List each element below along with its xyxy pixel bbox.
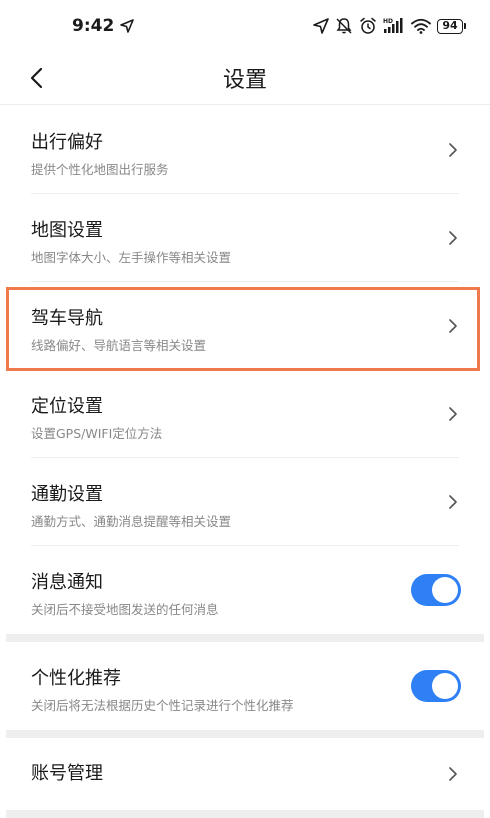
settings-item-location-settings[interactable]: 定位设置 设置GPS/WIFI定位方法: [0, 370, 490, 458]
settings-list: 出行偏好 提供个性化地图出行服务 地图设置 地图字体大小、左手操作等相关设置 驾…: [0, 106, 490, 818]
settings-item-subtitle: 关闭后将无法根据历史个性记录进行个性化推荐: [31, 698, 294, 713]
settings-item-subtitle: 线路偏好、导航语言等相关设置: [31, 338, 207, 353]
status-icons: HD 94: [313, 14, 466, 38]
settings-item-subtitle: 提供个性化地图出行服务: [31, 162, 169, 177]
section-separator: [6, 730, 484, 738]
mute-icon: [336, 18, 352, 34]
settings-item-title: 出行偏好: [31, 132, 103, 153]
settings-item-subtitle: 通勤方式、通勤消息提醒等相关设置: [31, 514, 232, 529]
settings-item-title: 账号管理: [31, 763, 103, 784]
section-separator: [6, 810, 484, 818]
settings-item-personalized-recommendation: 个性化推荐 关闭后将无法根据历史个性记录进行个性化推荐: [0, 642, 490, 730]
svg-text:HD: HD: [383, 18, 393, 25]
personalized-recommendation-toggle[interactable]: [411, 670, 461, 702]
status-time: 9:42: [72, 16, 115, 36]
toggle-knob: [432, 673, 458, 699]
settings-item-driving-navigation[interactable]: 驾车导航 线路偏好、导航语言等相关设置: [0, 282, 490, 370]
settings-item-title: 定位设置: [31, 396, 103, 417]
alarm-icon: [360, 17, 376, 34]
settings-item-title: 地图设置: [31, 220, 103, 241]
status-bar: 9:42 HD 94: [0, 0, 490, 52]
settings-item-subtitle: 地图字体大小、左手操作等相关设置: [31, 250, 232, 265]
settings-item-commute-settings[interactable]: 通勤设置 通勤方式、通勤消息提醒等相关设置: [0, 458, 490, 546]
message-notification-toggle[interactable]: [411, 574, 461, 606]
settings-item-subtitle: 设置GPS/WIFI定位方法: [31, 426, 163, 441]
header: 设置: [0, 52, 490, 104]
toggle-knob: [432, 577, 458, 603]
wifi-icon: [411, 18, 431, 34]
chevron-right-icon: [449, 495, 457, 509]
settings-item-subtitle: 关闭后不接受地图发送的任何消息: [31, 602, 219, 617]
chevron-right-icon: [449, 319, 457, 333]
chevron-right-icon: [449, 407, 457, 421]
location-arrow-icon: [313, 18, 329, 34]
battery-icon: 94: [437, 18, 466, 34]
section-separator: [6, 634, 484, 642]
settings-item-map-settings[interactable]: 地图设置 地图字体大小、左手操作等相关设置: [0, 194, 490, 282]
settings-item-travel-preference[interactable]: 出行偏好 提供个性化地图出行服务: [0, 106, 490, 194]
settings-item-account-management[interactable]: 账号管理: [0, 738, 490, 810]
status-time-group: 9:42: [72, 16, 135, 36]
hd-signal-icon: HD: [383, 18, 403, 33]
settings-item-title: 消息通知: [31, 572, 103, 593]
battery-tip: [464, 23, 466, 29]
chevron-right-icon: [449, 143, 457, 157]
settings-item-title: 驾车导航: [31, 308, 103, 329]
header-divider: [0, 104, 490, 105]
location-arrow-icon: [120, 19, 135, 33]
chevron-right-icon: [449, 767, 457, 781]
settings-item-message-notification: 消息通知 关闭后不接受地图发送的任何消息: [0, 546, 490, 634]
chevron-right-icon: [449, 231, 457, 245]
battery-level: 94: [437, 18, 463, 34]
settings-item-title: 个性化推荐: [31, 668, 121, 689]
page-title: 设置: [222, 68, 267, 93]
settings-item-title: 通勤设置: [31, 484, 103, 505]
